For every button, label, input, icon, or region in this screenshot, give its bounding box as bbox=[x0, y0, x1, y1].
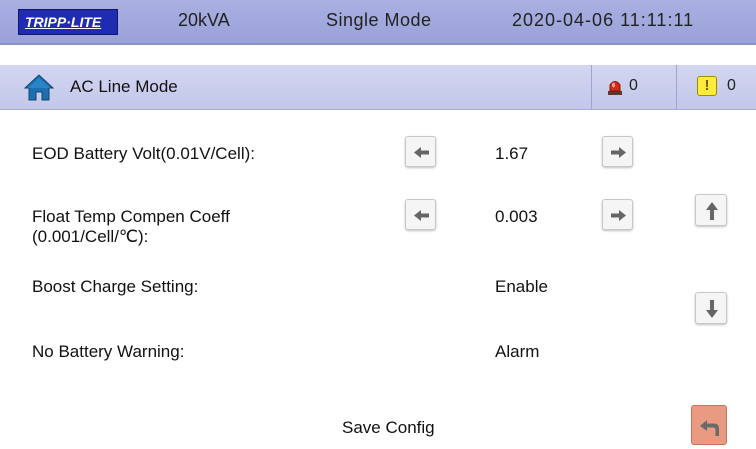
float-temp-label-line1: Float Temp Compen Coeff bbox=[32, 207, 230, 226]
status-bar: AC Line Mode 0 ! 0 bbox=[0, 65, 756, 110]
header-bar: TRIPP·LITE 20kVA Single Mode 2020-04-06 … bbox=[0, 0, 756, 45]
eod-battery-volt-label: EOD Battery Volt(0.01V/Cell): bbox=[32, 144, 255, 163]
no-battery-warning-value[interactable]: Alarm bbox=[495, 342, 539, 362]
arrow-right-icon bbox=[611, 147, 626, 158]
back-arrow-icon bbox=[700, 420, 719, 436]
home-icon[interactable] bbox=[24, 73, 54, 101]
arrow-left-icon bbox=[414, 210, 429, 221]
divider bbox=[676, 65, 677, 109]
arrow-down-icon bbox=[706, 300, 718, 318]
boost-charge-value[interactable]: Enable bbox=[495, 277, 548, 297]
scroll-up-button[interactable] bbox=[695, 194, 727, 226]
float-decrease-button[interactable] bbox=[405, 199, 436, 230]
operating-mode-label: AC Line Mode bbox=[70, 77, 178, 96]
ups-settings-screen: TRIPP·LITE 20kVA Single Mode 2020-04-06 … bbox=[0, 0, 756, 449]
no-battery-warning-label: No Battery Warning: bbox=[32, 342, 185, 361]
arrow-right-icon bbox=[611, 210, 626, 221]
float-temp-label-line2: (0.001/Cell/℃): bbox=[32, 227, 149, 246]
divider bbox=[591, 65, 592, 109]
float-temp-value: 0.003 bbox=[495, 207, 538, 226]
capacity-label: 20kVA bbox=[178, 10, 230, 30]
brand-logo-text: TRIPP·LITE bbox=[25, 14, 102, 30]
arrow-up-icon bbox=[706, 202, 718, 220]
alarm-light-icon[interactable] bbox=[606, 77, 624, 95]
brand-logo: TRIPP·LITE bbox=[18, 9, 118, 35]
scroll-down-button[interactable] bbox=[695, 292, 727, 324]
datetime-label: 2020-04-06 11:11:11 bbox=[512, 10, 695, 30]
boost-charge-label: Boost Charge Setting: bbox=[32, 277, 199, 296]
back-button[interactable] bbox=[691, 405, 727, 445]
system-mode-label: Single Mode bbox=[326, 10, 432, 30]
eod-decrease-button[interactable] bbox=[405, 136, 436, 167]
alarm-count: 0 bbox=[629, 77, 638, 94]
eod-increase-button[interactable] bbox=[602, 136, 633, 167]
eod-battery-volt-value: 1.67 bbox=[495, 144, 529, 163]
warning-count: 0 bbox=[727, 77, 736, 94]
warning-icon[interactable]: ! bbox=[697, 76, 717, 96]
float-increase-button[interactable] bbox=[602, 199, 633, 230]
save-config-button[interactable]: Save Config bbox=[342, 418, 435, 438]
arrow-left-icon bbox=[414, 147, 429, 158]
